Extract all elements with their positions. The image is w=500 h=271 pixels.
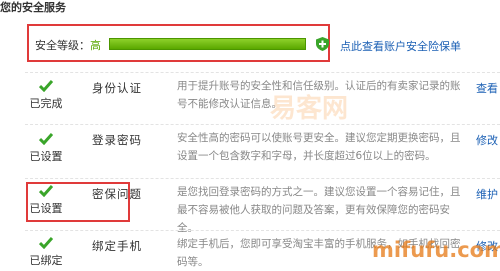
modify-button[interactable]: 修改 <box>476 132 498 148</box>
status-label: 已设置 <box>29 150 63 163</box>
status-label: 已绑定 <box>29 254 63 267</box>
item-name: 身份认证 <box>92 81 142 95</box>
row-divider <box>25 230 500 231</box>
security-level-label: 安全等级： <box>35 39 90 52</box>
item-name: 登录密码 <box>92 133 142 147</box>
item-description: 安全性高的密码可以使账号更安全。建议您定期更换密码，且设置一个包含数字和字母，并… <box>177 132 461 162</box>
status-label: 已设置 <box>29 202 63 215</box>
item-name: 绑定手机 <box>92 239 142 253</box>
checkmark-icon <box>39 237 53 249</box>
shield-icon <box>316 37 329 51</box>
status-badge: 已设置 <box>22 133 70 164</box>
security-level-row: 安全等级： 高 点此查看账户安全险保单 <box>0 24 500 64</box>
row-divider <box>25 124 500 125</box>
status-label: 已完成 <box>29 97 63 110</box>
status-badge: 已完成 <box>22 80 70 111</box>
status-badge: 已绑定 <box>22 237 70 268</box>
section-title: 您的安全服务 <box>0 1 66 14</box>
list-item: 已完成 身份认证 用于提升账号的安全性和信任级别。认证后的有卖家记录的账号不能修… <box>0 72 500 124</box>
watermark-logo: 易客网 <box>270 94 349 124</box>
checkmark-icon <box>39 80 53 92</box>
security-level-bar <box>109 38 306 50</box>
item-name: 密保问题 <box>92 187 142 201</box>
checkmark-icon <box>39 133 53 145</box>
security-level-value: 高 <box>90 39 101 52</box>
list-item: 已设置 登录密码 安全性高的密码可以使账号更安全。建议您定期更换密码，且设置一个… <box>0 124 500 176</box>
status-badge: 已设置 <box>22 185 70 216</box>
row-divider <box>25 178 500 179</box>
list-item: 已设置 密保问题 是您找回登录密码的方式之一。建议您设置一个容易记住，且最不容易… <box>0 178 500 234</box>
maintain-button[interactable]: 维护 <box>476 186 498 202</box>
view-button[interactable]: 查看 <box>476 80 498 96</box>
row-divider <box>25 72 500 73</box>
insurance-policy-link[interactable]: 点此查看账户安全险保单 <box>340 38 461 54</box>
checkmark-icon <box>39 185 53 197</box>
watermark-site: mifufu.com <box>372 238 500 262</box>
item-description: 是您找回登录密码的方式之一。建议您设置一个容易记住，且最不容易被他人获取的问题及… <box>177 186 461 234</box>
